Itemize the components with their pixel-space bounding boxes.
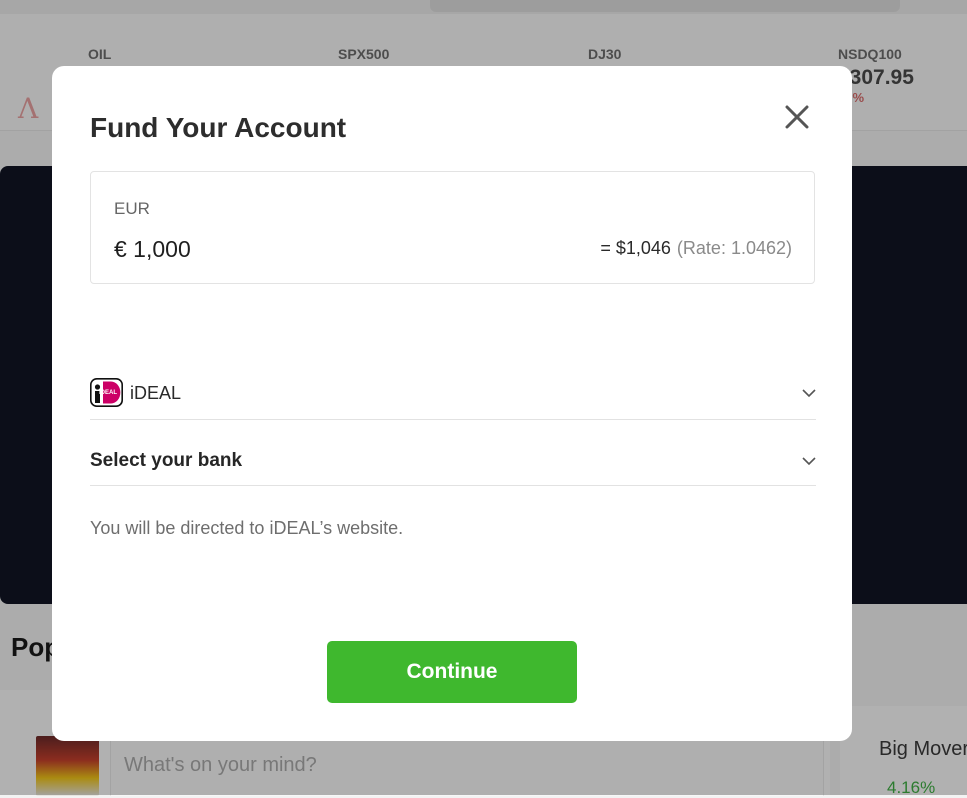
exchange-rate: (Rate: 1.0462) bbox=[676, 238, 792, 258]
converted-amount: = $1,046 bbox=[600, 238, 671, 258]
continue-button[interactable]: Continue bbox=[327, 641, 577, 703]
svg-text:iDEAL: iDEAL bbox=[99, 390, 117, 396]
ideal-logo-icon: iDEAL bbox=[90, 378, 123, 407]
bank-select[interactable]: Select your bank bbox=[90, 442, 816, 486]
chevron-down-icon bbox=[802, 457, 816, 466]
currency-label: EUR bbox=[114, 199, 150, 218]
modal-title: Fund Your Account bbox=[90, 112, 347, 143]
close-button[interactable] bbox=[779, 99, 815, 135]
conversion-text: = $1,046 (Rate: 1.0462) bbox=[600, 238, 792, 259]
close-icon bbox=[785, 105, 809, 129]
payment-method-select[interactable]: iDEAL iDEAL bbox=[90, 374, 816, 420]
payment-method-label: iDEAL bbox=[130, 383, 182, 403]
fund-account-modal: Fund Your Account EUR € 1,000 = $1,046 (R… bbox=[52, 66, 852, 741]
amount-input[interactable]: € 1,000 bbox=[114, 236, 191, 263]
chevron-down-icon bbox=[802, 389, 816, 398]
redirect-note: You will be directed to iDEAL’s website. bbox=[90, 518, 404, 538]
amount-box[interactable]: EUR € 1,000 = $1,046 (Rate: 1.0462) bbox=[90, 171, 815, 284]
bank-select-label: Select your bank bbox=[90, 450, 243, 471]
